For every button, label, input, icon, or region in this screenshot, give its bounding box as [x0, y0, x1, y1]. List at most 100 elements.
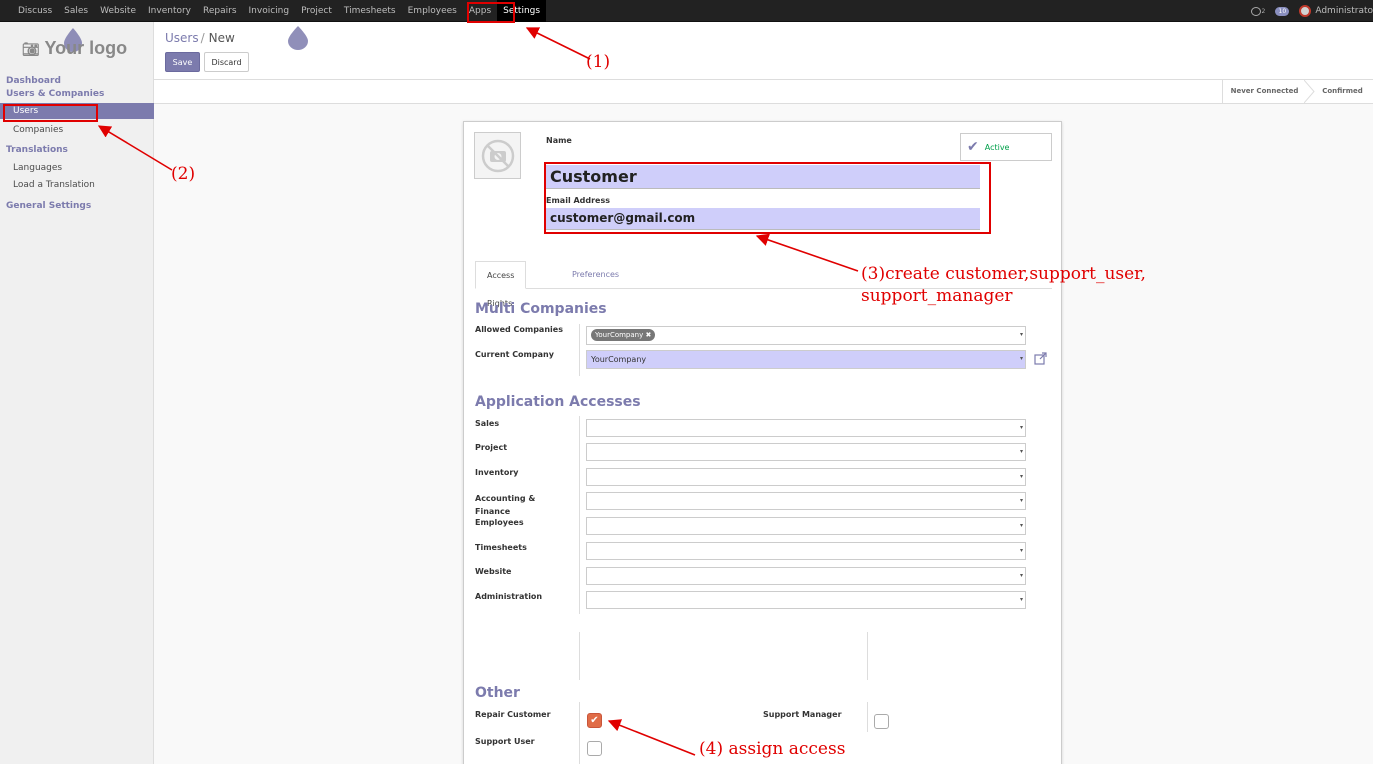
allowed-companies-field[interactable]: YourCompany ✖ ▾	[586, 326, 1026, 345]
sidebar-users-companies[interactable]: Users & Companies	[6, 89, 104, 99]
support-user-checkbox[interactable]	[587, 741, 602, 756]
column-divider	[579, 702, 580, 764]
repair-customer-label: Repair Customer	[475, 710, 551, 719]
no-camera-icon	[481, 139, 514, 172]
user-name: Administrato	[1315, 6, 1373, 16]
form-sheet: Name ✔ Active Customer Email Address cus…	[463, 121, 1062, 764]
highlight-box-name-email	[544, 162, 991, 234]
chevron-down-icon: ▾	[1019, 547, 1023, 554]
status-bar: Never Connected Confirmed	[154, 80, 1373, 104]
menu-timesheets[interactable]: Timesheets	[338, 0, 402, 22]
timesheets-select[interactable]: ▾	[586, 542, 1026, 560]
name-label: Name	[546, 136, 572, 145]
sidebar-item-companies[interactable]: Companies	[0, 122, 154, 138]
accounting-select[interactable]: ▾	[586, 492, 1026, 510]
sales-select[interactable]: ▾	[586, 419, 1026, 437]
stage-never-connected[interactable]: Never Connected	[1222, 80, 1306, 103]
chat-bubble-icon	[1250, 6, 1261, 16]
menu-sales[interactable]: Sales	[58, 0, 94, 22]
website-label: Website	[475, 567, 512, 576]
menu-inventory[interactable]: Inventory	[142, 0, 197, 22]
remove-tag-icon[interactable]: ✖	[645, 331, 651, 339]
current-company-value: YourCompany	[591, 355, 647, 364]
website-select[interactable]: ▾	[586, 567, 1026, 585]
annotation-2: (2)	[171, 164, 196, 184]
chevron-down-icon: ▾	[1019, 448, 1023, 455]
support-manager-checkbox[interactable]	[874, 714, 889, 729]
timesheets-label: Timesheets	[475, 543, 527, 552]
breadcrumb: Users / New	[165, 31, 235, 45]
stage-confirmed[interactable]: Confirmed	[1312, 80, 1373, 103]
activity-icon[interactable]: 10	[1275, 6, 1290, 16]
annotation-3-line1: (3)create customer,support_user,	[861, 264, 1146, 284]
discard-button[interactable]: Discard	[204, 52, 249, 72]
breadcrumb-users[interactable]: Users	[165, 31, 199, 45]
section-application-accesses: Application Accesses	[475, 394, 641, 410]
chat-icon[interactable]: 2	[1250, 6, 1265, 16]
accounting-label: Accounting & Finance	[475, 494, 536, 516]
column-divider	[867, 632, 868, 680]
camera-icon: 📷︎	[22, 41, 40, 57]
breadcrumb-current: New	[208, 31, 235, 45]
support-user-label: Support User	[475, 737, 535, 746]
current-company-label: Current Company	[475, 350, 554, 359]
employees-select[interactable]: ▾	[586, 517, 1026, 535]
chevron-down-icon: ▾	[1019, 473, 1023, 480]
chevron-down-icon: ▾	[1019, 424, 1023, 431]
chevron-down-icon: ▾	[1019, 331, 1023, 338]
annotation-3-line2: support_manager	[861, 286, 1013, 306]
administration-select[interactable]: ▾	[586, 591, 1026, 609]
menu-employees[interactable]: Employees	[402, 0, 463, 22]
save-button[interactable]: Save	[165, 52, 200, 72]
user-menu[interactable]: Administrato	[1299, 5, 1373, 17]
administration-label: Administration	[475, 592, 543, 601]
sales-label: Sales	[475, 419, 500, 428]
inventory-select[interactable]: ▾	[586, 468, 1026, 486]
menu-discuss[interactable]: Discuss	[12, 0, 58, 22]
app-menu: Discuss Sales Website Inventory Repairs …	[12, 0, 547, 22]
sidebar-item-load-translation[interactable]: Load a Translation	[0, 177, 154, 193]
sidebar-translations[interactable]: Translations	[6, 145, 68, 155]
annotation-4: (4) assign access	[699, 739, 846, 759]
user-photo[interactable]	[474, 132, 521, 179]
inventory-label: Inventory	[475, 468, 519, 477]
menu-repairs[interactable]: Repairs	[197, 0, 243, 22]
sidebar-dashboard[interactable]: Dashboard	[6, 76, 61, 86]
drop-marker-icon	[288, 26, 308, 50]
check-icon: ✔	[967, 139, 979, 155]
breadcrumb-separator: /	[200, 31, 205, 45]
employees-label: Employees	[475, 518, 524, 527]
annotation-1: (1)	[586, 52, 611, 72]
active-label: Active	[984, 142, 1010, 152]
active-toggle-button[interactable]: ✔ Active	[960, 133, 1052, 161]
sidebar-general-settings[interactable]: General Settings	[6, 201, 91, 211]
repair-customer-checkbox[interactable]: ✔	[587, 713, 602, 728]
top-navbar: Discuss Sales Website Inventory Repairs …	[0, 0, 1373, 22]
sidebar: 📷︎ Your logo Dashboard Users & Companies…	[0, 22, 154, 764]
menu-invoicing[interactable]: Invoicing	[243, 0, 296, 22]
company-tag: YourCompany ✖	[591, 329, 656, 341]
support-manager-label: Support Manager	[763, 710, 842, 719]
menu-project[interactable]: Project	[295, 0, 338, 22]
tab-access-rights[interactable]: Access Rights	[475, 261, 527, 308]
external-link-icon[interactable]	[1034, 352, 1047, 365]
menu-website[interactable]: Website	[94, 0, 142, 22]
highlight-box-settings	[467, 2, 515, 23]
chevron-down-icon: ▾	[1019, 522, 1023, 529]
column-divider	[579, 632, 580, 680]
systray: 2 10 Administrato	[1250, 0, 1373, 22]
section-multi-companies: Multi Companies	[475, 301, 607, 317]
control-panel: Users / New Save Discard	[154, 22, 1373, 80]
project-select[interactable]: ▾	[586, 443, 1026, 461]
section-other: Other	[475, 685, 520, 701]
current-company-select[interactable]: YourCompany ▾	[586, 350, 1026, 369]
chevron-down-icon: ▾	[1019, 497, 1023, 504]
chevron-down-icon: ▾	[1019, 596, 1023, 603]
company-logo[interactable]: 📷︎ Your logo	[22, 38, 127, 59]
sidebar-item-languages[interactable]: Languages	[0, 160, 154, 176]
company-tag-label: YourCompany	[595, 331, 644, 339]
column-divider	[867, 702, 868, 732]
allowed-companies-label: Allowed Companies	[475, 325, 563, 334]
avatar	[1299, 5, 1312, 17]
tab-preferences[interactable]: Preferences	[561, 261, 630, 289]
